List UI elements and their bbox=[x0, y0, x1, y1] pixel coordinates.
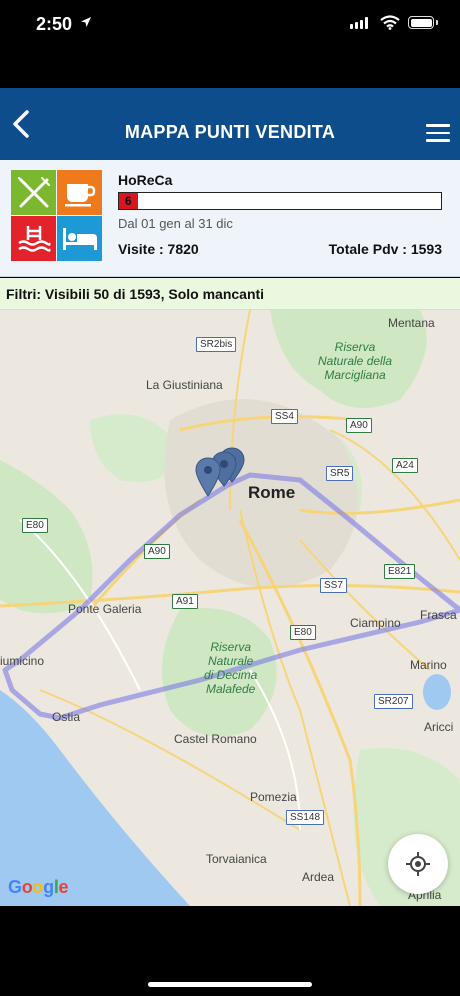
menu-line bbox=[426, 131, 450, 134]
menu-line bbox=[426, 139, 450, 142]
hotel-tile[interactable] bbox=[57, 216, 102, 261]
map-label-mentana: Mentana bbox=[388, 316, 435, 330]
park-line: Naturale della bbox=[318, 354, 393, 368]
total-pdv-count: Totale Pdv : 1593 bbox=[328, 241, 442, 257]
park-line: Naturale bbox=[208, 654, 254, 668]
coffee-cup-icon bbox=[64, 183, 95, 206]
road-shield-a90-west: A90 bbox=[144, 544, 170, 559]
coverage-progress-bar: 6 bbox=[118, 192, 442, 210]
category-icons bbox=[11, 170, 102, 261]
map-label-la-giustiniana: La Giustiniana bbox=[146, 378, 223, 392]
road-shield-sr5: SR5 bbox=[326, 466, 354, 481]
map-label-park-decima: Riserva Naturale di Decima Malafede bbox=[204, 640, 257, 696]
location-arrow-icon bbox=[81, 17, 91, 27]
map-label-frascati: Frasca bbox=[420, 608, 457, 622]
cellular-signal-icon bbox=[350, 17, 368, 29]
map-label-torvaianica: Torvaianica bbox=[206, 852, 267, 866]
map-label-ariccia: Aricci bbox=[424, 720, 454, 734]
cafe-tile[interactable] bbox=[57, 170, 102, 215]
battery-icon bbox=[408, 16, 434, 29]
menu-line bbox=[426, 124, 450, 127]
locate-me-button[interactable] bbox=[388, 834, 448, 894]
road-shield-ss4: SS4 bbox=[271, 409, 298, 424]
period-label: Dal 01 gen al 31 dic bbox=[118, 216, 233, 231]
road-shield-e80-south: E80 bbox=[290, 625, 316, 640]
map-label-park-marcigliana: Riserva Naturale della Marcigliana bbox=[318, 340, 392, 382]
category-title: HoReCa bbox=[118, 172, 173, 188]
status-time: 2:50 bbox=[36, 14, 73, 34]
road-shield-e821: E821 bbox=[384, 564, 416, 579]
map-label-ponte-galeria: Ponte Galeria bbox=[68, 602, 142, 616]
park-line: Malafede bbox=[205, 682, 256, 696]
map-label-fiumicino: iumicino bbox=[0, 654, 45, 668]
restaurant-tile[interactable] bbox=[11, 170, 56, 215]
road-shield-ss148: SS148 bbox=[286, 810, 325, 825]
park-line: Riserva bbox=[210, 640, 252, 654]
road-shield-ss7: SS7 bbox=[320, 578, 347, 593]
google-logo: Google bbox=[8, 877, 69, 897]
map-view[interactable]: Mentana La Giustiniana Rome Ponte Galeri… bbox=[0, 310, 460, 906]
map-label-castel-romano: Castel Romano bbox=[174, 732, 257, 746]
road-shield-sr2bis: SR2bis bbox=[196, 337, 237, 352]
park-line: Riserva bbox=[334, 340, 376, 354]
map-label-ostia: Ostia bbox=[52, 710, 81, 724]
battery-tip bbox=[436, 20, 438, 25]
summary-panel: HoReCa 6 Dal 01 gen al 31 dic Visite : 7… bbox=[0, 160, 460, 277]
bed-icon bbox=[62, 227, 97, 250]
menu-button[interactable] bbox=[426, 124, 450, 144]
page-title: MAPPA PUNTI VENDITA bbox=[124, 122, 336, 142]
road-shield-a24: A24 bbox=[392, 458, 418, 473]
swimming-pool-icon bbox=[17, 225, 51, 252]
device-notch bbox=[114, 0, 346, 34]
visits-count: Visite : 7820 bbox=[118, 241, 199, 257]
road-shield-a91: A91 bbox=[172, 594, 198, 609]
wifi-icon bbox=[380, 15, 400, 30]
road-shield-sr207: SR207 bbox=[374, 694, 413, 709]
map-label-ardea: Ardea bbox=[302, 870, 335, 884]
map-label-rome: Rome bbox=[248, 483, 296, 502]
status-bar: 2:50 bbox=[0, 0, 460, 52]
road-shield-a90-north: A90 bbox=[346, 418, 372, 433]
navigation-bar: MAPPA PUNTI VENDITA bbox=[0, 88, 460, 160]
map-label-marino: Marino bbox=[410, 658, 447, 672]
pool-tile[interactable] bbox=[11, 216, 56, 261]
home-indicator bbox=[148, 982, 312, 987]
fork-knife-icon bbox=[17, 176, 50, 207]
map-label-pomezia: Pomezia bbox=[250, 790, 297, 804]
progress-value: 6 bbox=[125, 194, 132, 208]
map-label-ciampino: Ciampino bbox=[350, 616, 401, 630]
park-line: di Decima bbox=[204, 668, 258, 682]
road-shield-e80-west: E80 bbox=[22, 518, 48, 533]
filter-bar[interactable]: Filtri: Visibili 50 di 1593, Solo mancan… bbox=[0, 278, 460, 310]
park-line: Marcigliana bbox=[324, 368, 386, 382]
crosshair-icon bbox=[406, 852, 430, 876]
